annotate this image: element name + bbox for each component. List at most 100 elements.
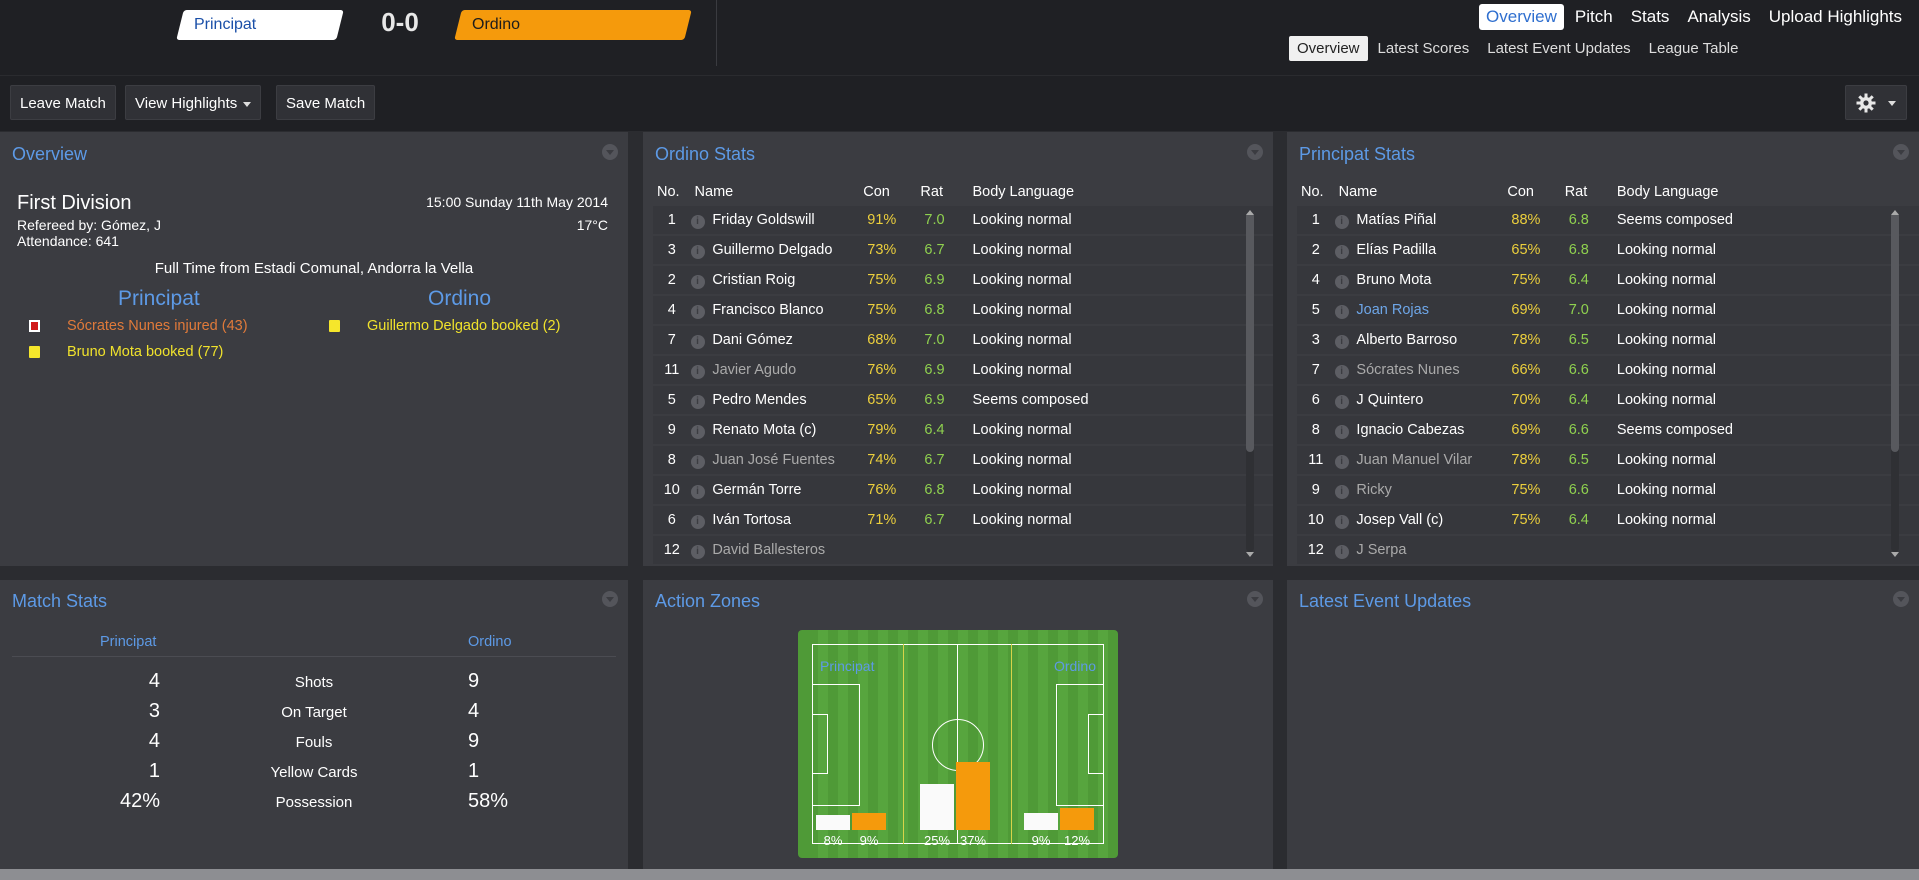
collapse-icon[interactable] <box>1247 591 1263 607</box>
player-name[interactable]: Javier Agudo <box>710 356 860 384</box>
column-header[interactable]: No. <box>1297 180 1335 204</box>
player-name[interactable]: Friday Goldswill <box>710 206 860 234</box>
info-icon[interactable]: i <box>690 514 705 529</box>
collapse-icon[interactable] <box>602 144 618 160</box>
scroll-down-icon[interactable] <box>1246 552 1254 557</box>
table-row[interactable]: 12 i David Ballesteros <box>653 536 1273 564</box>
table-row[interactable]: 7 i Sócrates Nunes 66% 6.6 Looking normal <box>1297 356 1919 384</box>
info-icon[interactable]: i <box>1334 304 1349 319</box>
info-icon[interactable]: i <box>1334 454 1349 469</box>
table-row[interactable]: 6 i Iván Tortosa 71% 6.7 Looking normal <box>653 506 1273 534</box>
collapse-icon[interactable] <box>602 591 618 607</box>
table-row[interactable]: 7 i Dani Gómez 68% 7.0 Looking normal <box>653 326 1273 354</box>
table-row[interactable]: 3 i Guillermo Delgado 73% 6.7 Looking normal <box>653 236 1273 264</box>
subtab-league-table[interactable]: League Table <box>1641 36 1747 61</box>
table-row[interactable]: 10 i Josep Vall (c) 75% 6.4 Looking normal <box>1297 506 1919 534</box>
away-team-heading[interactable]: Ordino <box>428 287 491 311</box>
player-name[interactable]: Ricky <box>1354 476 1504 504</box>
panel-title[interactable]: Overview <box>12 144 87 165</box>
info-icon[interactable]: i <box>1334 544 1349 559</box>
column-header[interactable]: Rat <box>916 180 968 204</box>
column-header[interactable]: Body Language <box>1613 180 1919 204</box>
info-icon[interactable]: i <box>1334 274 1349 289</box>
info-icon[interactable]: i <box>690 214 705 229</box>
panel-title[interactable]: Ordino Stats <box>655 144 755 165</box>
tab-overview[interactable]: Overview <box>1479 4 1564 30</box>
info-icon[interactable]: i <box>1334 424 1349 439</box>
scrollbar-thumb[interactable] <box>1246 212 1254 452</box>
tab-analysis[interactable]: Analysis <box>1680 4 1757 30</box>
info-icon[interactable]: i <box>690 364 705 379</box>
away-team-badge[interactable]: Ordino <box>454 10 692 40</box>
panel-title[interactable]: Action Zones <box>655 591 760 612</box>
column-header[interactable]: Body Language <box>968 180 1273 204</box>
info-icon[interactable]: i <box>690 454 705 469</box>
info-icon[interactable]: i <box>1334 334 1349 349</box>
player-name[interactable]: Juan José Fuentes <box>710 446 860 474</box>
scroll-up-icon[interactable] <box>1891 210 1899 215</box>
player-name[interactable]: Germán Torre <box>710 476 860 504</box>
table-row[interactable]: 3 i Alberto Barroso 78% 6.5 Looking normal <box>1297 326 1919 354</box>
info-icon[interactable]: i <box>1334 364 1349 379</box>
info-icon[interactable]: i <box>690 544 705 559</box>
subtab-latest-scores[interactable]: Latest Scores <box>1370 36 1478 61</box>
player-name[interactable]: Josep Vall (c) <box>1354 506 1504 534</box>
save-match-button[interactable]: Save Match <box>276 85 376 120</box>
scrollbar[interactable] <box>1891 212 1899 552</box>
player-name[interactable]: David Ballesteros <box>710 536 860 564</box>
collapse-icon[interactable] <box>1247 144 1263 160</box>
info-icon[interactable]: i <box>1334 244 1349 259</box>
info-icon[interactable]: i <box>1334 214 1349 229</box>
player-name[interactable]: Cristian Roig <box>710 266 860 294</box>
scrollbar-thumb[interactable] <box>1891 212 1899 452</box>
panel-title[interactable]: Match Stats <box>12 591 107 612</box>
player-name[interactable]: Guillermo Delgado <box>710 236 860 264</box>
info-icon[interactable]: i <box>1334 394 1349 409</box>
player-name[interactable]: J Serpa <box>1354 536 1504 564</box>
info-icon[interactable]: i <box>1334 514 1349 529</box>
panel-title[interactable]: Latest Event Updates <box>1299 591 1471 612</box>
column-header[interactable]: Con <box>1503 180 1560 204</box>
tab-stats[interactable]: Stats <box>1624 4 1677 30</box>
column-header[interactable]: Name <box>691 180 860 204</box>
table-row[interactable]: 4 i Bruno Mota 75% 6.4 Looking normal <box>1297 266 1919 294</box>
player-name[interactable]: Joan Rojas <box>1354 296 1504 324</box>
table-row[interactable]: 9 i Renato Mota (c) 79% 6.4 Looking normal <box>653 416 1273 444</box>
info-icon[interactable]: i <box>690 424 705 439</box>
player-name[interactable]: Juan Manuel Vilar <box>1354 446 1504 474</box>
collapse-icon[interactable] <box>1893 144 1909 160</box>
tab-pitch[interactable]: Pitch <box>1568 4 1620 30</box>
settings-button[interactable] <box>1845 85 1907 120</box>
info-icon[interactable]: i <box>690 484 705 499</box>
column-header[interactable]: No. <box>653 180 691 204</box>
info-icon[interactable]: i <box>690 394 705 409</box>
info-icon[interactable]: i <box>690 244 705 259</box>
column-header[interactable]: Con <box>859 180 916 204</box>
table-row[interactable]: 12 i J Serpa <box>1297 536 1919 564</box>
info-icon[interactable]: i <box>1334 484 1349 499</box>
table-row[interactable]: 2 i Cristian Roig 75% 6.9 Looking normal <box>653 266 1273 294</box>
home-team-badge[interactable]: Principat <box>176 10 344 40</box>
view-highlights-button[interactable]: View Highlights <box>125 85 262 120</box>
scroll-down-icon[interactable] <box>1891 552 1899 557</box>
player-name[interactable]: Ignacio Cabezas <box>1354 416 1504 444</box>
collapse-icon[interactable] <box>1893 591 1909 607</box>
panel-title[interactable]: Principat Stats <box>1299 144 1415 165</box>
table-row[interactable]: 8 i Juan José Fuentes 74% 6.7 Looking normal <box>653 446 1273 474</box>
player-name[interactable]: Sócrates Nunes <box>1354 356 1504 384</box>
table-row[interactable]: 4 i Francisco Blanco 75% 6.8 Looking normal <box>653 296 1273 324</box>
player-name[interactable]: Alberto Barroso <box>1354 326 1504 354</box>
tab-upload-highlights[interactable]: Upload Highlights <box>1762 4 1909 30</box>
player-name[interactable]: Iván Tortosa <box>710 506 860 534</box>
scroll-up-icon[interactable] <box>1246 210 1254 215</box>
player-name[interactable]: Pedro Mendes <box>710 386 860 414</box>
player-name[interactable]: Matías Piñal <box>1354 206 1504 234</box>
leave-match-button[interactable]: Leave Match <box>10 85 116 120</box>
subtab-latest-event-updates[interactable]: Latest Event Updates <box>1479 36 1638 61</box>
scrollbar[interactable] <box>1246 212 1254 552</box>
table-row[interactable]: 6i J Quintero 70% 6.4 Looking normal <box>1297 386 1919 414</box>
player-name[interactable]: Dani Gómez <box>710 326 860 354</box>
player-name[interactable]: Elías Padilla <box>1354 236 1504 264</box>
info-icon[interactable]: i <box>690 334 705 349</box>
table-row[interactable]: 1 i Matías Piñal 88% 6.8 Seems composed <box>1297 206 1919 234</box>
